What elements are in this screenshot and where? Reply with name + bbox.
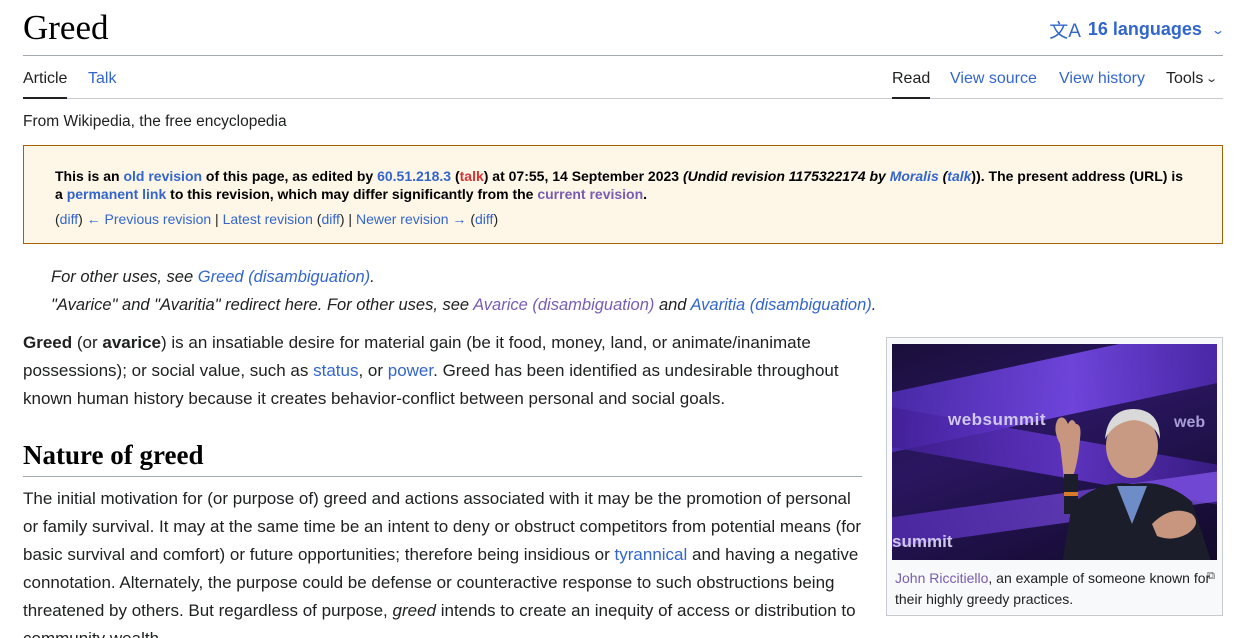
tools-label: Tools bbox=[1166, 70, 1204, 87]
term-greed: Greed bbox=[23, 333, 73, 352]
page-tabs: Article Talk Read View source View histo… bbox=[23, 70, 1223, 99]
text: ( bbox=[451, 168, 460, 184]
previous-revision-link[interactable]: ← Previous revision bbox=[87, 211, 212, 227]
permanent-link[interactable]: permanent link bbox=[67, 186, 167, 202]
latest-revision-link[interactable]: Latest revision bbox=[223, 211, 313, 227]
page-title: Greed bbox=[23, 8, 109, 47]
tyrannical-link[interactable]: tyrannical bbox=[615, 545, 688, 564]
riccitiello-link[interactable]: John Riccitiello bbox=[895, 570, 988, 586]
tab-view-source[interactable]: View source bbox=[950, 70, 1037, 99]
enlarge-icon[interactable]: ⧉ bbox=[1207, 566, 1215, 587]
text: . bbox=[643, 186, 648, 202]
riccitiello-photo[interactable]: websummit web summit bbox=[892, 344, 1217, 560]
chevron-down-icon: ⌄ bbox=[1210, 22, 1226, 37]
avaritia-disambiguation-link[interactable]: Avaritia (disambiguation) bbox=[690, 296, 871, 314]
old-revision-link[interactable]: old revision bbox=[123, 168, 202, 184]
hatnote: "Avarice" and "Avaritia" redirect here. … bbox=[51, 296, 877, 314]
power-link[interactable]: power bbox=[388, 361, 433, 380]
status-link[interactable]: status bbox=[313, 361, 358, 380]
language-selector-button[interactable]: 文A 16 languages ⌄ bbox=[1049, 16, 1226, 43]
moralis-talk-link[interactable]: talk bbox=[947, 168, 971, 184]
language-count-label: 16 languages bbox=[1087, 19, 1202, 39]
text: and bbox=[654, 296, 691, 314]
diff-link[interactable]: diff bbox=[321, 211, 339, 227]
title-divider bbox=[23, 55, 1223, 56]
tab-article[interactable]: Article bbox=[23, 70, 68, 99]
section-paragraph: The initial motivation for (or purpose o… bbox=[23, 485, 863, 638]
moralis-user-link[interactable]: Moralis bbox=[890, 168, 939, 184]
old-revision-notice: This is an old revision of this page, as… bbox=[23, 145, 1223, 244]
tab-view-history[interactable]: View history bbox=[1059, 70, 1145, 99]
newer-revision-link[interactable]: Newer revision → bbox=[356, 211, 466, 227]
hatnote: For other uses, see Greed (disambiguatio… bbox=[51, 268, 375, 286]
section-heading: Nature of greed bbox=[23, 440, 862, 477]
intro-paragraph: Greed (or avarice) is an insatiable desi… bbox=[23, 329, 863, 413]
text: For other uses, see bbox=[51, 268, 198, 286]
term-greed-emphasis: greed bbox=[392, 601, 436, 620]
chevron-down-icon: ⌄ bbox=[1205, 73, 1219, 85]
text: (or bbox=[72, 333, 103, 352]
text: to this revision, which may differ signi… bbox=[166, 186, 538, 202]
text: , or bbox=[358, 361, 388, 380]
term-avarice: avarice bbox=[102, 333, 161, 352]
tools-menu-button[interactable]: Tools ⌄ bbox=[1166, 70, 1219, 99]
avarice-disambiguation-link[interactable]: Avarice (disambiguation) bbox=[473, 296, 654, 314]
translate-icon: 文A bbox=[1049, 21, 1081, 42]
disambiguation-link[interactable]: Greed (disambiguation) bbox=[198, 268, 370, 286]
text: ) at 07:55, 14 September 2023 bbox=[483, 168, 683, 184]
text: This is an bbox=[55, 168, 124, 184]
site-tagline: From Wikipedia, the free encyclopedia bbox=[23, 113, 287, 130]
tab-read[interactable]: Read bbox=[892, 70, 931, 99]
tab-talk[interactable]: Talk bbox=[88, 70, 116, 99]
editor-ip-link[interactable]: 60.51.218.3 bbox=[377, 168, 451, 184]
speaker-figure bbox=[1055, 409, 1211, 560]
revision-notice-text: This is an old revision of this page, as… bbox=[55, 167, 1191, 203]
diff-link[interactable]: diff bbox=[60, 211, 78, 227]
diff-link[interactable]: diff bbox=[475, 211, 493, 227]
text: "Avarice" and "Avaritia" redirect here. … bbox=[51, 296, 474, 314]
current-revision-link[interactable]: current revision bbox=[537, 186, 643, 202]
text: ( bbox=[938, 168, 948, 184]
revision-navigation: (diff) ← Previous revision | Latest revi… bbox=[55, 211, 499, 227]
text: of this page, as edited by bbox=[202, 168, 378, 184]
websummit-logo-bottom: summit bbox=[892, 532, 953, 551]
editor-talk-link[interactable]: talk bbox=[460, 168, 484, 184]
figure-caption: ⧉ John Riccitiello, an example of someon… bbox=[892, 568, 1217, 610]
figure-thumbnail: websummit web summit ⧉ John Riccitiello,… bbox=[886, 337, 1223, 616]
text: (Undid revision 1175322174 by bbox=[682, 168, 890, 184]
websummit-logo: websummit bbox=[948, 410, 1047, 429]
